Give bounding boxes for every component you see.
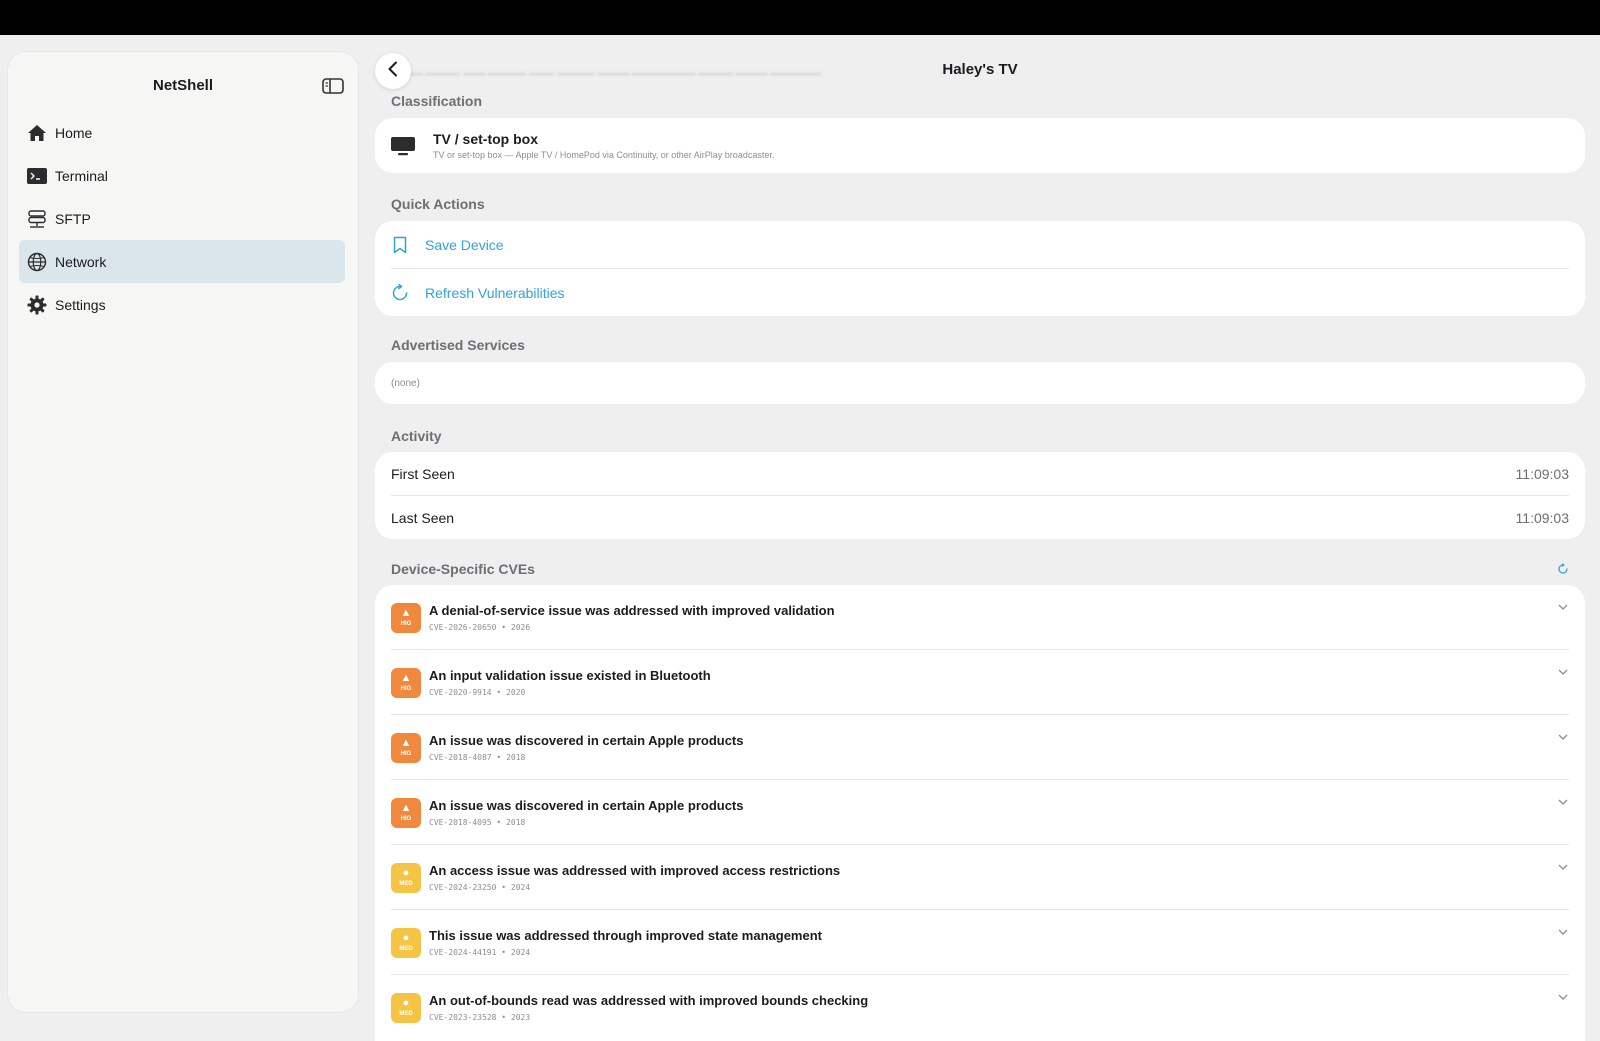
- severity-text: MED: [399, 946, 413, 952]
- severity-badge-medium: ● MED: [391, 927, 421, 958]
- refresh-vulnerabilities-button[interactable]: Refresh Vulnerabilities: [375, 269, 1585, 316]
- severity-badge-high: ▲ HIG: [391, 667, 421, 698]
- warning-icon: ▲: [400, 737, 412, 749]
- house-icon: [27, 123, 47, 143]
- page-title: Haley's TV: [942, 61, 1018, 78]
- info-icon: ●: [402, 867, 410, 879]
- severity-text: HIG: [400, 751, 412, 757]
- info-icon: ●: [402, 932, 410, 944]
- quick-actions-heading: Quick Actions: [391, 196, 485, 212]
- chevron-down-icon[interactable]: [1557, 599, 1569, 610]
- activity-row-first-seen: First Seen 11:09:03: [375, 452, 1585, 495]
- cve-row[interactable]: ▲ HIG An issue was discovered in certain …: [375, 715, 1585, 780]
- sidebar-item-network[interactable]: Network: [19, 240, 345, 283]
- cve-row[interactable]: ● MED An out-of-bounds read was addressed…: [375, 975, 1585, 1040]
- services-value: (none): [391, 378, 420, 389]
- cve-title: An issue was discovered in certain Apple…: [429, 798, 744, 813]
- activity-value: 11:09:03: [1515, 465, 1569, 482]
- activity-row-last-seen: Last Seen 11:09:03: [375, 496, 1585, 539]
- cve-row[interactable]: ▲ HIG An issue was discovered in certain …: [375, 780, 1585, 845]
- services-heading: Advertised Services: [391, 337, 525, 353]
- sidebar-toggle-icon[interactable]: [322, 78, 344, 94]
- severity-badge-medium: ● MED: [391, 992, 421, 1023]
- severity-text: HIG: [400, 686, 412, 692]
- bookmark-icon: [391, 235, 409, 255]
- cve-meta: CVE-2020-9914 • 2020: [429, 688, 526, 697]
- cve-row[interactable]: ● MED An access issue was addressed with …: [375, 845, 1585, 910]
- cve-meta: CVE-2024-23250 • 2024: [429, 883, 531, 892]
- activity-label: First Seen: [391, 465, 455, 482]
- cve-title: An access issue was addressed with impro…: [429, 863, 841, 878]
- refresh-cves-icon[interactable]: [1557, 562, 1569, 580]
- sidebar-item-label: Home: [55, 124, 93, 141]
- severity-text: HIG: [400, 621, 412, 627]
- sidebar-item-label: Terminal: [55, 167, 108, 184]
- classification-card: TV / set-top box TV or set-top box — App…: [375, 118, 1585, 173]
- sidebar-item-settings[interactable]: Settings: [19, 283, 345, 326]
- severity-badge-high: ▲ HIG: [391, 732, 421, 763]
- severity-badge-high: ▲ HIG: [391, 797, 421, 828]
- save-device-button[interactable]: Save Device: [375, 221, 1585, 268]
- cves-card: ▲ HIG A denial-of-service issue was addre…: [375, 585, 1585, 1041]
- classification-heading: Classification: [391, 93, 483, 109]
- cve-title: This issue was addressed through improve…: [429, 928, 822, 943]
- chevron-down-icon[interactable]: [1557, 729, 1569, 740]
- sidebar-item-sftp[interactable]: SFTP: [19, 197, 345, 240]
- chevron-down-icon[interactable]: [1557, 664, 1569, 675]
- cve-row[interactable]: ▲ HIG A denial-of-service issue was addre…: [375, 585, 1585, 650]
- save-device-label: Save Device: [425, 236, 504, 253]
- chevron-down-icon[interactable]: [1557, 859, 1569, 870]
- warning-icon: ▲: [400, 607, 412, 619]
- severity-badge-high: ▲ HIG: [391, 602, 421, 633]
- severity-badge-medium: ● MED: [391, 862, 421, 893]
- activity-label: Last Seen: [391, 509, 455, 526]
- activity-value: 11:09:03: [1515, 509, 1569, 526]
- activity-card: First Seen 11:09:03 Last Seen 11:09:03: [375, 452, 1585, 539]
- refresh-icon: [391, 283, 409, 303]
- cve-meta: CVE-2018-4087 • 2018: [429, 753, 526, 762]
- severity-text: HIG: [400, 816, 412, 822]
- cves-heading: Device-Specific CVEs: [391, 561, 535, 577]
- globe-icon: [27, 252, 47, 272]
- chevron-down-icon[interactable]: [1557, 924, 1569, 935]
- device-detail: ▪▪▪▪▪▪▪▪▪▪ ▪▪▪▪▪▪▪▪▪▪▪ ▪▪▪▪▪▪▪ ▪▪▪▪▪▪▪▪▪…: [375, 35, 1585, 1041]
- warning-icon: ▲: [400, 802, 412, 814]
- warning-icon: ▲: [400, 672, 412, 684]
- severity-text: MED: [399, 881, 413, 887]
- classification-subtitle: TV or set-top box — Apple TV / HomePod v…: [433, 150, 775, 160]
- sidebar-item-label: Settings: [55, 296, 106, 313]
- navigation-bar: ▪▪▪▪▪▪▪▪▪▪ ▪▪▪▪▪▪▪▪▪▪▪ ▪▪▪▪▪▪▪ ▪▪▪▪▪▪▪▪▪…: [375, 35, 1585, 105]
- terminal-icon: [27, 166, 47, 186]
- sidebar-nav: Home Terminal SFTP Network Settings: [19, 111, 345, 326]
- sidebar-item-terminal[interactable]: Terminal: [19, 154, 345, 197]
- severity-text: MED: [399, 1011, 413, 1017]
- classification-title: TV / set-top box: [433, 131, 538, 147]
- refresh-vulnerabilities-label: Refresh Vulnerabilities: [425, 284, 565, 301]
- services-card: (none): [375, 362, 1585, 404]
- cve-row[interactable]: ● MED This issue was addressed through im…: [375, 910, 1585, 975]
- server-icon: [27, 209, 47, 229]
- sidebar-item-label: SFTP: [55, 210, 91, 227]
- info-icon: ●: [402, 997, 410, 1009]
- chevron-down-icon[interactable]: [1557, 794, 1569, 805]
- cve-meta: CVE-2023-23528 • 2023: [429, 1013, 531, 1022]
- app-title: NetShell: [152, 77, 213, 94]
- cve-meta: CVE-2026-20650 • 2026: [429, 623, 531, 632]
- gear-icon: [27, 295, 47, 315]
- cve-meta: CVE-2024-44191 • 2024: [429, 948, 531, 957]
- quick-actions-card: Save Device Refresh Vulnerabilities: [375, 221, 1585, 316]
- sidebar: NetShell Home Terminal SFTP Network Sett…: [8, 52, 358, 1012]
- cve-title: An issue was discovered in certain Apple…: [429, 733, 744, 748]
- cve-title: An out-of-bounds read was addressed with…: [429, 993, 869, 1008]
- cve-title: A denial-of-service issue was addressed …: [429, 603, 835, 618]
- tv-icon: [391, 136, 415, 156]
- sidebar-item-label: Network: [55, 253, 107, 270]
- activity-heading: Activity: [391, 428, 442, 444]
- cve-title: An input validation issue existed in Blu…: [429, 668, 711, 683]
- app-window: NetShell Home Terminal SFTP Network Sett…: [0, 35, 1600, 1041]
- cve-meta: CVE-2018-4095 • 2018: [429, 818, 526, 827]
- cve-row[interactable]: ▲ HIG An input validation issue existed i…: [375, 650, 1585, 715]
- sidebar-item-home[interactable]: Home: [19, 111, 345, 154]
- chevron-down-icon[interactable]: [1557, 989, 1569, 1000]
